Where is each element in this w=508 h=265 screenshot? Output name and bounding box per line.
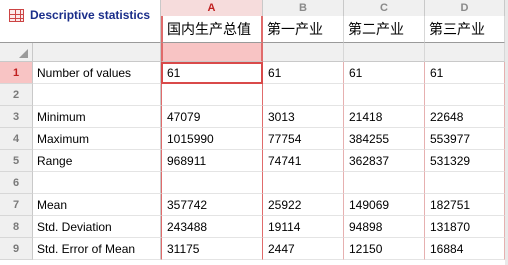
data-cell-a7[interactable]: 357742 xyxy=(161,194,263,216)
data-cell-b3[interactable]: 3013 xyxy=(263,106,344,128)
data-cell-d2[interactable] xyxy=(425,84,505,106)
column-letter-b[interactable]: B xyxy=(263,0,344,16)
row-label[interactable]: Maximum xyxy=(33,128,161,150)
data-cell-a8[interactable]: 243488 xyxy=(161,216,263,238)
column-title-c[interactable]: 第二产业 xyxy=(344,16,425,43)
row-label[interactable]: Number of values xyxy=(33,62,161,84)
data-cell-b4[interactable]: 77754 xyxy=(263,128,344,150)
select-all-triangle-icon xyxy=(19,49,28,58)
data-cell-d7[interactable]: 182751 xyxy=(425,194,505,216)
data-cell-c7[interactable]: 149069 xyxy=(344,194,425,216)
data-cell-c4[interactable]: 384255 xyxy=(344,128,425,150)
data-cell-c9[interactable]: 12150 xyxy=(344,238,425,260)
row-number-7[interactable]: 7 xyxy=(0,194,33,216)
row-label[interactable] xyxy=(33,84,161,106)
row-title-header xyxy=(33,43,161,62)
column-subheader-b[interactable] xyxy=(263,43,344,62)
data-cell-b2[interactable] xyxy=(263,84,344,106)
data-cell-a3[interactable]: 47079 xyxy=(161,106,263,128)
row-label[interactable]: Range xyxy=(33,150,161,172)
data-cell-b1[interactable]: 61 xyxy=(263,62,344,84)
data-cell-a1[interactable]: 61 xyxy=(161,62,263,84)
data-cell-d5[interactable]: 531329 xyxy=(425,150,505,172)
data-cell-a2[interactable] xyxy=(161,84,263,106)
column-title-a[interactable]: 国内生产总值 xyxy=(161,16,263,43)
data-cell-c1[interactable]: 61 xyxy=(344,62,425,84)
data-cell-c2[interactable] xyxy=(344,84,425,106)
row-number-2[interactable]: 2 xyxy=(0,84,33,106)
data-cell-a5[interactable]: 968911 xyxy=(161,150,263,172)
data-cell-b7[interactable]: 25922 xyxy=(263,194,344,216)
data-cell-d4[interactable]: 553977 xyxy=(425,128,505,150)
column-letter-a[interactable]: A xyxy=(161,0,263,16)
table-icon xyxy=(9,9,24,22)
row-label[interactable]: Minimum xyxy=(33,106,161,128)
row-label[interactable]: Mean xyxy=(33,194,161,216)
row-number-8[interactable]: 8 xyxy=(0,216,33,238)
sheet-title-cell[interactable]: Descriptive statistics xyxy=(0,0,161,43)
column-title-b[interactable]: 第一产业 xyxy=(263,16,344,43)
row-number-6[interactable]: 6 xyxy=(0,172,33,194)
data-cell-d8[interactable]: 131870 xyxy=(425,216,505,238)
data-cell-c5[interactable]: 362837 xyxy=(344,150,425,172)
row-label[interactable]: Std. Deviation xyxy=(33,216,161,238)
data-cell-b8[interactable]: 19114 xyxy=(263,216,344,238)
data-cell-b5[interactable]: 74741 xyxy=(263,150,344,172)
row-label[interactable]: Std. Error of Mean xyxy=(33,238,161,260)
data-cell-c3[interactable]: 21418 xyxy=(344,106,425,128)
row-number-1[interactable]: 1 xyxy=(0,62,33,84)
row-number-5[interactable]: 5 xyxy=(0,150,33,172)
results-sheet-grid: Descriptive statistics A 国内生产总值 B 第一产业 C 第二产业… xyxy=(0,0,508,265)
data-cell-a6[interactable] xyxy=(161,172,263,194)
column-letter-d[interactable]: D xyxy=(425,0,505,16)
data-cell-d1[interactable]: 61 xyxy=(425,62,505,84)
row-number-3[interactable]: 3 xyxy=(0,106,33,128)
data-cell-d9[interactable]: 16884 xyxy=(425,238,505,260)
column-title-d[interactable]: 第三产业 xyxy=(425,16,505,43)
data-cell-b9[interactable]: 2447 xyxy=(263,238,344,260)
data-cell-c8[interactable]: 94898 xyxy=(344,216,425,238)
data-cell-d6[interactable] xyxy=(425,172,505,194)
row-number-9[interactable]: 9 xyxy=(0,238,33,260)
row-label[interactable] xyxy=(33,172,161,194)
column-letter-c[interactable]: C xyxy=(344,0,425,16)
data-cell-a9[interactable]: 31175 xyxy=(161,238,263,260)
column-subheader-d[interactable] xyxy=(425,43,505,62)
data-cell-c6[interactable] xyxy=(344,172,425,194)
data-cell-a4[interactable]: 1015990 xyxy=(161,128,263,150)
column-subheader-a[interactable] xyxy=(161,43,263,62)
data-cell-d3[interactable]: 22648 xyxy=(425,106,505,128)
data-cell-b6[interactable] xyxy=(263,172,344,194)
row-number-4[interactable]: 4 xyxy=(0,128,33,150)
column-subheader-c[interactable] xyxy=(344,43,425,62)
select-all-corner[interactable] xyxy=(0,43,33,62)
sheet-title: Descriptive statistics xyxy=(30,8,151,22)
